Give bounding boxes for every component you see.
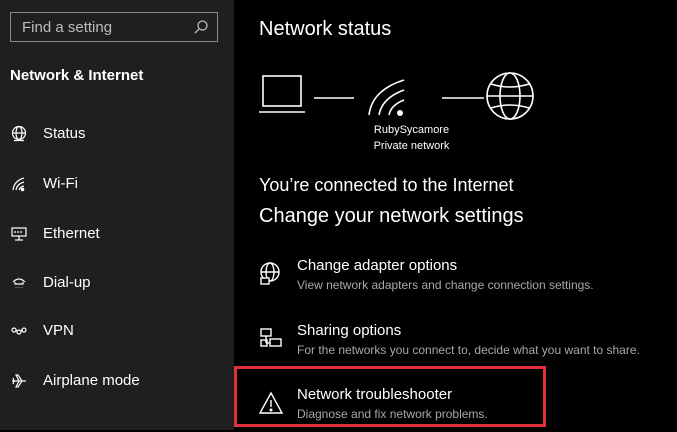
sidebar-item-label: Dial-up (43, 274, 91, 291)
sidebar-item-status[interactable]: Status (0, 117, 234, 153)
sidebar-item-ethernet[interactable]: Ethernet (0, 217, 234, 253)
section-heading: Change your network settings (259, 205, 524, 227)
sidebar-item-label: Airplane mode (43, 372, 140, 389)
sidebar-item-vpn[interactable]: VPN (0, 314, 234, 350)
sidebar-item-label: Wi-Fi (43, 175, 78, 192)
section-title: Network & Internet (10, 67, 144, 84)
option-title: Sharing options (297, 322, 402, 339)
sharing-options[interactable]: Sharing options For the networks you con… (254, 322, 674, 368)
laptop-icon (259, 75, 305, 113)
connection-status: You’re connected to the Internet (259, 175, 514, 195)
internet-globe-icon (486, 72, 534, 120)
vpn-icon (10, 322, 28, 340)
dialup-icon (10, 274, 28, 292)
ethernet-icon (10, 225, 28, 243)
network-diagram (259, 72, 534, 120)
sidebar-item-label: VPN (43, 322, 74, 339)
wifi-icon (10, 175, 28, 193)
sidebar-item-label: Status (43, 125, 86, 142)
page-title: Network status (259, 18, 392, 40)
search-placeholder: Find a setting (22, 19, 113, 36)
option-description: For the networks you connect to, decide … (297, 343, 640, 357)
network-name: RubySycamore (373, 124, 450, 136)
highlight-box (234, 366, 546, 427)
sidebar: Find a setting Network & Internet Status… (0, 0, 234, 430)
adapter-icon (258, 261, 284, 292)
sharing-icon (258, 326, 284, 357)
search-icon[interactable] (193, 19, 209, 40)
airplane-icon (10, 372, 28, 390)
search-input[interactable]: Find a setting (10, 12, 218, 42)
option-title: Change adapter options (297, 257, 458, 274)
change-adapter-options[interactable]: Change adapter options View network adap… (254, 257, 674, 303)
sidebar-item-dialup[interactable]: Dial-up (0, 266, 234, 302)
globe-status-icon (10, 125, 28, 143)
network-type: Private network (373, 140, 450, 152)
sidebar-item-wifi[interactable]: Wi-Fi (0, 167, 234, 203)
wifi-status-icon (368, 79, 405, 116)
option-description: View network adapters and change connect… (297, 278, 594, 292)
sidebar-item-airplane[interactable]: Airplane mode (0, 364, 234, 400)
sidebar-item-label: Ethernet (43, 225, 100, 242)
